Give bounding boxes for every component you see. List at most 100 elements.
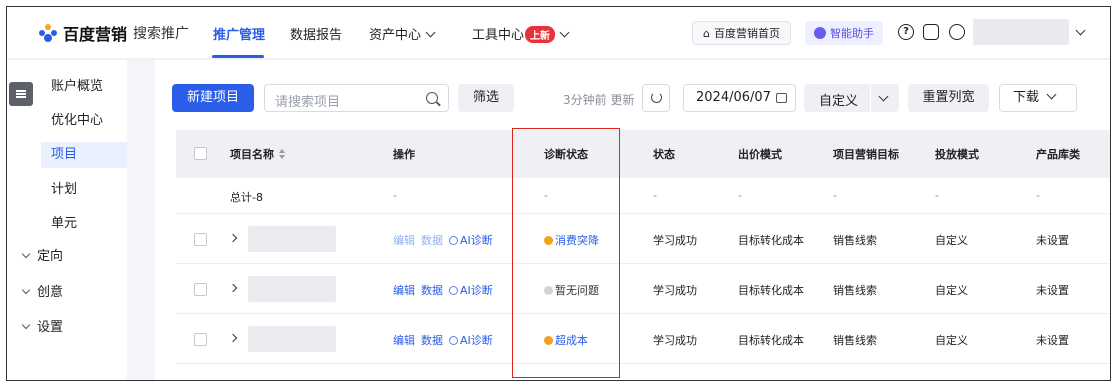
reset-column-width-button[interactable]: 重置列宽 [908, 84, 989, 112]
diagnosis-status-link[interactable]: 消费突降 [544, 232, 599, 248]
total-bid-cell: - [738, 189, 742, 202]
calendar-icon [776, 93, 787, 103]
new-badge: 上新 [525, 26, 556, 43]
sidebar-item-creative-label: 创意 [37, 285, 64, 300]
baidu-marketing-logo[interactable]: 百度营销 搜索推广 [37, 21, 189, 45]
total-label: 总计-8 [230, 191, 263, 204]
row-actions: 编辑 数据 AI诊断 [393, 232, 499, 248]
sidebar-item-project[interactable]: 项目 [41, 142, 127, 168]
nav-tab-data-report[interactable]: 数据报告 [290, 24, 342, 43]
divider [870, 84, 871, 112]
column-header-project-name[interactable]: 项目名称 [230, 146, 286, 162]
last-updated-text: 3分钟前 更新 [563, 93, 635, 107]
total-actions-cell: - [393, 189, 397, 202]
sidebar-item-settings-label: 设置 [37, 320, 64, 335]
sidebar-item-creative[interactable]: 创意 [13, 280, 113, 306]
search-icon[interactable] [426, 92, 438, 104]
row-checkbox[interactable] [194, 233, 207, 246]
nav-tab-asset-center-label: 资产中心 [369, 28, 422, 43]
account-chevron-down-icon[interactable] [1075, 25, 1086, 36]
sidebar-item-targeting[interactable]: 定向 [13, 244, 113, 270]
copy-icon[interactable] [923, 24, 939, 40]
chevron-right-icon[interactable] [228, 233, 238, 243]
refresh-icon[interactable] [642, 84, 670, 112]
nav-tab-promotion-management[interactable]: 推广管理 [213, 24, 265, 43]
sidebar-item-targeting-label: 定向 [37, 249, 64, 264]
sidebar: 账户概览 优化中心 项目 计划 单元 定向 创意 设置 [7, 60, 127, 380]
ai-diagnosis-link[interactable]: AI诊断 [449, 234, 493, 247]
chevron-down-icon [21, 285, 31, 295]
row-checkbox[interactable] [194, 283, 207, 296]
delivery-mode-cell: 自定义 [935, 234, 968, 247]
table-total-row: 总计-8 - - - - - - - [176, 178, 1110, 214]
ai-icon [449, 236, 458, 245]
warning-icon [544, 336, 553, 345]
search-input[interactable]: 请搜索项目 [264, 84, 449, 112]
table-row[interactable]: 编辑 数据 AI诊断 超成本 学习成功 目标转化成本 销售线索 自定义 未设置 [176, 314, 1110, 364]
data-link[interactable]: 数据 [421, 234, 443, 247]
column-header-marketing-goal: 项目营销目标 [833, 148, 899, 161]
filter-button[interactable]: 筛选 [458, 84, 514, 112]
column-header-bid-mode: 出价模式 [738, 148, 782, 161]
sidebar-item-unit[interactable]: 单元 [27, 211, 127, 237]
marketing-goal-cell: 销售线索 [833, 284, 877, 297]
column-header-delivery-mode: 投放模式 [935, 148, 979, 161]
date-picker[interactable]: 2024/06/07 [683, 84, 796, 112]
sidebar-item-settings[interactable]: 设置 [13, 315, 113, 341]
ok-icon [544, 286, 553, 295]
project-name-redacted[interactable] [248, 276, 336, 302]
sidebar-item-optimization-center[interactable]: 优化中心 [27, 108, 127, 134]
chevron-down-icon[interactable] [878, 91, 889, 102]
total-goal-cell: - [833, 189, 837, 202]
table-header: 项目名称 操作 诊断状态 状态 出价模式 项目营销目标 投放模式 产品库类 [176, 130, 1110, 178]
smart-assistant-button[interactable]: 智能助手 [805, 21, 883, 45]
download-dropdown[interactable]: 下载 [999, 84, 1077, 112]
account-name-redacted[interactable] [973, 19, 1069, 45]
top-navigation: 百度营销 搜索推广 推广管理 数据报告 资产中心 工具中心 上新 ⌂ 百度营销首页… [7, 7, 1110, 59]
column-header-diagnosis-status: 诊断状态 [544, 148, 588, 161]
diagnosis-status-text: 暂无问题 [544, 282, 599, 298]
edit-link[interactable]: 编辑 [393, 334, 415, 347]
edit-link[interactable]: 编辑 [393, 234, 415, 247]
select-all-checkbox[interactable] [194, 147, 207, 160]
ai-diagnosis-link[interactable]: AI诊断 [449, 284, 493, 297]
chevron-right-icon[interactable] [228, 333, 238, 343]
main-content: 新建项目 请搜索项目 筛选 3分钟前 更新 2024/06/07 自定义 重置列… [155, 60, 1110, 380]
download-label: 下载 [1013, 90, 1040, 105]
table-row[interactable]: 编辑 数据 AI诊断 暂无问题 学习成功 目标转化成本 销售线索 自定义 未设置 [176, 264, 1110, 314]
project-name-redacted[interactable] [248, 226, 336, 252]
diagnosis-status-link[interactable]: 超成本 [544, 332, 588, 348]
bid-mode-cell: 目标转化成本 [738, 234, 804, 247]
column-header-status: 状态 [653, 148, 675, 161]
chevron-down-icon [1046, 89, 1057, 100]
edit-link[interactable]: 编辑 [393, 284, 415, 297]
row-checkbox[interactable] [194, 333, 207, 346]
nav-tab-asset-center[interactable]: 资产中心 [369, 24, 436, 43]
status-cell: 学习成功 [653, 284, 697, 297]
sidebar-item-plan[interactable]: 计划 [27, 177, 127, 203]
chevron-right-icon[interactable] [228, 283, 238, 293]
user-icon[interactable] [949, 24, 965, 40]
baidu-marketing-home-button[interactable]: ⌂ 百度营销首页 [692, 21, 791, 45]
new-project-button[interactable]: 新建项目 [172, 84, 254, 112]
sidebar-item-account-overview[interactable]: 账户概览 [27, 74, 127, 100]
home-button-label: 百度营销首页 [713, 27, 780, 40]
total-mode-cell: - [935, 189, 939, 202]
active-tab-indicator [212, 55, 264, 58]
sort-icon[interactable] [279, 149, 286, 159]
assistant-button-label: 智能助手 [830, 27, 874, 40]
help-icon[interactable]: ? [898, 24, 914, 40]
product-name: 搜索推广 [133, 26, 190, 42]
data-link[interactable]: 数据 [421, 284, 443, 297]
project-name-redacted[interactable] [248, 326, 336, 352]
nav-tab-tool-center[interactable]: 工具中心 上新 [472, 24, 570, 43]
column-header-actions: 操作 [393, 148, 415, 161]
home-icon: ⌂ [703, 26, 710, 40]
data-link[interactable]: 数据 [421, 334, 443, 347]
warning-icon [544, 236, 553, 245]
bid-mode-cell: 目标转化成本 [738, 334, 804, 347]
ai-icon [449, 286, 458, 295]
custom-columns-dropdown[interactable]: 自定义 [804, 84, 899, 112]
table-row[interactable]: 编辑 数据 AI诊断 消费突降 学习成功 目标转化成本 销售线索 自定义 未设置 [176, 214, 1110, 264]
ai-diagnosis-link[interactable]: AI诊断 [449, 334, 493, 347]
